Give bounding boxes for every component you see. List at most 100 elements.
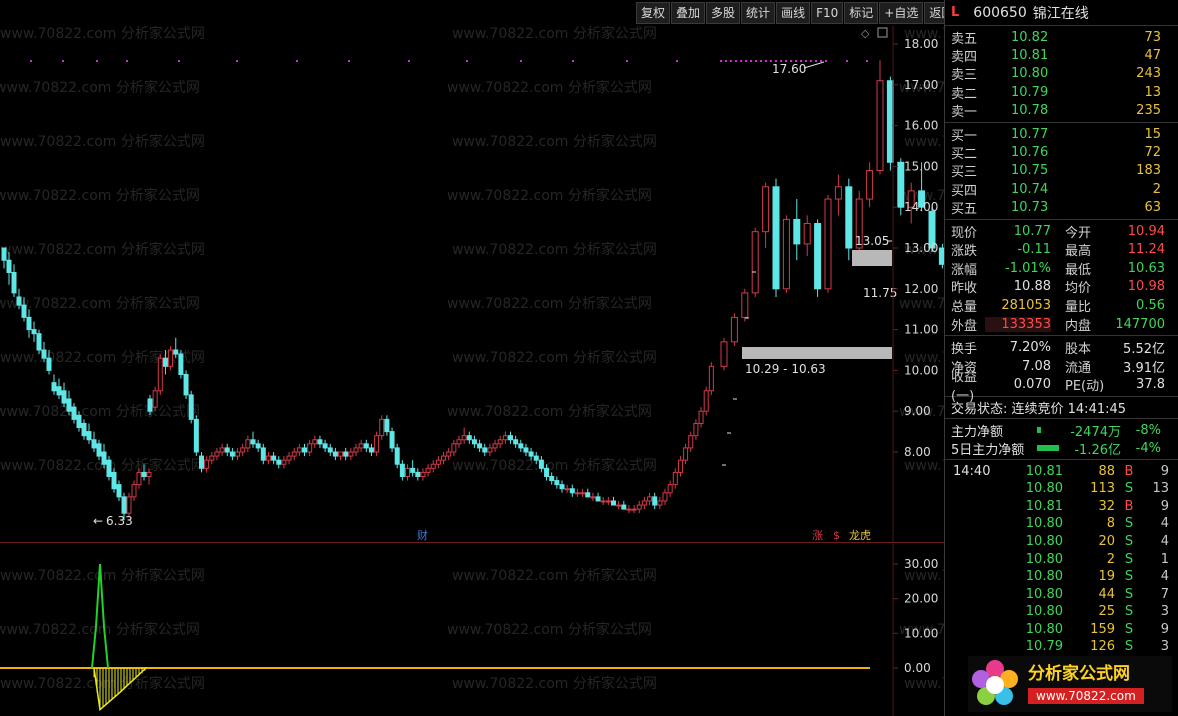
quote-label: 均价 xyxy=(1065,281,1092,297)
signal-dot xyxy=(820,60,822,62)
signal-dot xyxy=(296,60,298,62)
fuquan-button[interactable]: 复权 xyxy=(636,2,671,24)
fundamentals: 换手 7.20% 股本 5.52亿 净资 7.08 流通 3.91亿 收益(一) 0.070 PE(… xyxy=(945,336,1178,404)
candle-body xyxy=(66,398,72,412)
quote-value: -0.11 xyxy=(1017,242,1051,258)
mark-button[interactable]: 标记 xyxy=(844,2,879,24)
asks-price: 10.81 xyxy=(1011,48,1049,64)
candle-body xyxy=(580,492,586,495)
watermark-text: www.70822.com 分析家公式网 xyxy=(904,675,944,692)
tick-count: 4 xyxy=(1160,533,1169,549)
quote-value: 3.91亿 xyxy=(1123,360,1165,376)
candle-body xyxy=(41,349,47,359)
stock-header[interactable]: L 600650 锦江在线 xyxy=(945,0,1178,26)
tick-direction: S xyxy=(1124,569,1134,585)
price-tick-label: 14.00 xyxy=(904,200,938,214)
tick-direction: S xyxy=(1124,621,1134,637)
watermark-layer: www.70822.com 分析家公式网 www.70822.com 分析家公式网… xyxy=(0,26,944,474)
signal-dot xyxy=(30,60,32,62)
tick-row: 10.80 19 S 4 xyxy=(945,568,1178,586)
quote-label: 量比 xyxy=(1065,300,1092,316)
signal-dot xyxy=(810,60,812,62)
f10-button[interactable]: F10 xyxy=(811,2,844,24)
limit-up-marker[interactable]: 涨 xyxy=(812,529,823,542)
quote-value: 0.56 xyxy=(1136,298,1165,314)
quote-value: 10.63 xyxy=(1127,260,1165,276)
candle-body xyxy=(590,496,596,499)
candle-body xyxy=(229,451,235,457)
price-tick-label: 15.00 xyxy=(904,159,938,173)
bids-row: 买二 10.76 72 xyxy=(945,143,1178,162)
candle-body xyxy=(394,447,400,465)
candle-body xyxy=(549,475,555,482)
window-restore-icon[interactable] xyxy=(877,27,888,38)
candle-body xyxy=(751,231,759,294)
bids-price: 10.73 xyxy=(1011,200,1049,216)
overlay-button[interactable]: 叠加 xyxy=(671,2,706,24)
tick-direction: S xyxy=(1124,639,1134,655)
candle-body xyxy=(6,259,12,273)
upper-zone-box xyxy=(852,250,892,266)
asks-price: 10.80 xyxy=(1011,66,1049,82)
add-watchlist-button[interactable]: +自选 xyxy=(879,2,924,24)
bids-row: 买三 10.75 183 xyxy=(945,162,1178,180)
candle-body xyxy=(626,508,632,511)
candle-body xyxy=(477,443,483,449)
asks-row: 卖四 10.81 47 xyxy=(945,46,1178,65)
price-axis: 18.00 17.00 16.00 15.00 14.00 13.00 12.00 11.00… xyxy=(893,37,938,459)
quote-label: 涨跌 xyxy=(951,244,978,260)
diamond-icon[interactable]: ◇ xyxy=(861,27,870,40)
indicator-chart[interactable]: www.70822.com 分析家公式网 www.70822.com 分析家公式网… xyxy=(0,544,944,716)
quote-value: 10.94 xyxy=(1127,223,1165,239)
finance-marker[interactable]: 财 xyxy=(417,528,428,542)
tick-row: 10.80 25 S 3 xyxy=(945,603,1178,621)
draw-line-button[interactable]: 画线 xyxy=(776,2,811,24)
stats-button[interactable]: 统计 xyxy=(741,2,776,24)
tick-row: 10.79 126 S 3 xyxy=(945,638,1178,656)
logo-url: www.70822.com xyxy=(1028,688,1144,704)
tick-price: 10.80 xyxy=(1025,569,1063,585)
quote-label: 换手 xyxy=(951,342,978,358)
tick-row: 10.81 32 B 9 xyxy=(945,497,1178,515)
kline-chart[interactable]: www.70822.com 分析家公式网 www.70822.com 分析家公式网… xyxy=(0,26,944,542)
quote-value: 5.52亿 xyxy=(1123,342,1165,358)
watermark-layer-indicator: www.70822.com 分析家公式网 www.70822.com 分析家公式网… xyxy=(0,567,944,692)
tick-row: 14:40 10.81 88 B 9 xyxy=(945,462,1178,480)
candle-body xyxy=(425,467,431,473)
candle-body xyxy=(81,422,87,437)
asks-volume: 235 xyxy=(1136,103,1161,119)
candle-body xyxy=(814,223,822,290)
stock-flag: L xyxy=(951,5,960,20)
tick-count: 4 xyxy=(1160,569,1169,585)
candle-body xyxy=(312,439,318,445)
watermark-text: www.70822.com 分析家公式网 xyxy=(0,187,200,204)
pane-divider[interactable] xyxy=(0,542,944,543)
watermark-text: www.70822.com 分析家公式网 xyxy=(904,133,944,150)
candles-layer xyxy=(1,60,944,521)
dragon-tiger-marker[interactable]: 龙虎 xyxy=(849,529,871,542)
candle-body xyxy=(178,353,184,375)
watermark-text: www.70822.com 分析家公式网 xyxy=(447,403,652,420)
dollar-marker[interactable]: $ xyxy=(833,529,840,542)
tick-row: 10.80 113 S 13 xyxy=(945,480,1178,498)
quote-value: 0.070 xyxy=(1013,377,1051,393)
candle-body xyxy=(188,394,194,420)
multi-stock-button[interactable]: 多股 xyxy=(706,2,741,24)
candle-body xyxy=(235,451,241,457)
tick-direction: S xyxy=(1124,516,1134,532)
tick-list[interactable]: 14:40 10.81 88 B 9 10.80 113 S 13 10.81 32 B 9 10.80 8… xyxy=(945,460,1178,673)
zone-upper-label: 13.05 xyxy=(855,234,889,248)
candle-body xyxy=(600,500,606,503)
candle-body xyxy=(730,316,738,343)
candle-body xyxy=(26,316,32,331)
watermark-text: www.70822.com 分析家公式网 xyxy=(0,295,200,312)
quote-value: 10.98 xyxy=(1127,279,1165,295)
asks-volume: 13 xyxy=(1144,84,1161,100)
candle-body xyxy=(147,398,153,412)
tick-volume: 32 xyxy=(1098,498,1115,514)
candle-body xyxy=(121,496,127,514)
signal-dot xyxy=(745,60,747,62)
watermark-text: www.70822.com 分析家公式网 xyxy=(452,349,657,366)
candle-body xyxy=(1,247,7,261)
candle-body xyxy=(523,447,529,453)
